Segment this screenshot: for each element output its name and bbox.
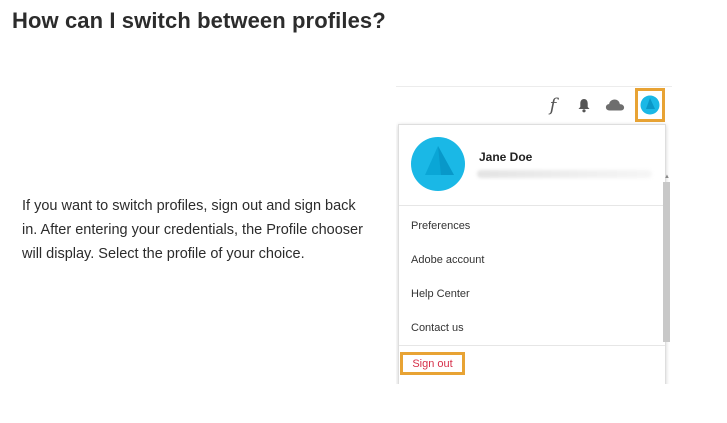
menu-item-contact-us[interactable]: Contact us xyxy=(411,322,464,334)
menu-scrollbar[interactable] xyxy=(663,182,670,342)
article-body: If you want to switch profiles, sign out… xyxy=(22,198,363,262)
cloud-icon[interactable] xyxy=(605,95,625,115)
profile-avatar-button[interactable] xyxy=(635,88,665,122)
profile-menu-screenshot: f Jane Doe Preferences Adobe account Hel… xyxy=(396,86,672,384)
help-article: How can I switch between profiles? If yo… xyxy=(0,0,727,423)
fonts-icon[interactable]: f xyxy=(543,95,563,116)
sign-out-button[interactable]: Sign out xyxy=(400,352,465,375)
scroll-up-icon[interactable]: ▲ xyxy=(664,174,670,180)
menu-item-adobe-account[interactable]: Adobe account xyxy=(411,254,484,266)
profile-email-redacted xyxy=(477,170,652,178)
menu-item-preferences[interactable]: Preferences xyxy=(411,220,470,232)
menu-item-help-center[interactable]: Help Center xyxy=(411,288,470,300)
profile-dropdown-menu: Jane Doe Preferences Adobe account Help … xyxy=(398,124,666,384)
bell-icon[interactable] xyxy=(574,95,594,115)
avatar xyxy=(411,137,465,191)
app-toolbar: f xyxy=(396,86,672,123)
profile-header: Jane Doe xyxy=(399,125,665,206)
profile-name: Jane Doe xyxy=(479,150,533,164)
article-heading: How can I switch between profiles? xyxy=(12,8,386,33)
avatar-icon xyxy=(640,95,660,115)
menu-divider xyxy=(399,345,665,346)
